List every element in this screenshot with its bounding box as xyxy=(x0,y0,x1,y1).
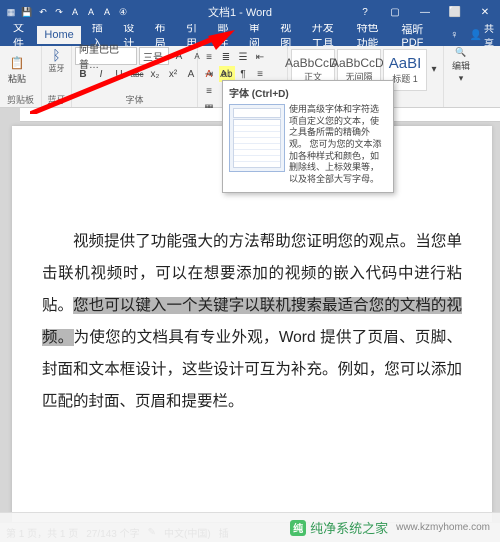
find-button[interactable]: 🔍 xyxy=(455,47,466,58)
qat-a3[interactable]: A xyxy=(100,5,114,19)
group-editing: 🔍 编辑 ▾ xyxy=(444,46,478,107)
text-effects-button[interactable]: A xyxy=(183,66,199,82)
group-clipboard-label: 剪贴板 xyxy=(0,93,41,107)
window-controls: ? ▢ — ⬜ ✕ xyxy=(350,0,500,24)
indent-dec-button[interactable]: ⇤ xyxy=(252,49,268,65)
italic-button[interactable]: I xyxy=(93,66,109,82)
style-name: 标题 1 xyxy=(392,72,418,85)
align-center-button[interactable]: ≡ xyxy=(201,83,217,99)
close-button[interactable]: ✕ xyxy=(470,0,500,24)
title-bar: ▦ 💾 ↶ ↷ A A A ④ 文档1 - Word ? ▢ — ⬜ ✕ xyxy=(0,0,500,24)
brand-url: www.kzmyhome.com xyxy=(396,522,490,533)
ribbon-opts-button[interactable]: ▢ xyxy=(380,0,410,24)
indent-inc-button[interactable]: ⇥ xyxy=(201,66,217,82)
dialog-thumbnail xyxy=(229,104,285,172)
font-size-combo[interactable]: 三号 xyxy=(139,47,169,65)
quick-access-toolbar: ▦ 💾 ↶ ↷ A A A ④ xyxy=(0,5,130,19)
bullets-button[interactable]: ≡ xyxy=(201,49,217,65)
paste-button[interactable]: 📋粘贴 xyxy=(3,48,31,92)
qat-a2[interactable]: A xyxy=(84,5,98,19)
qat-redo[interactable]: ↷ xyxy=(52,5,66,19)
styles-more[interactable]: ▾ xyxy=(429,62,439,78)
bt-label: 蓝牙 xyxy=(49,63,65,74)
text-run: 为使您的文档具有专业外观，Word 提供了页眉、页脚、封面和文本框设计，这些设计… xyxy=(42,329,462,410)
style-sample: AaBI xyxy=(389,55,422,72)
qat-more[interactable]: ④ xyxy=(116,5,130,19)
brand-name: 纯净系统之家 xyxy=(310,518,388,537)
font-dialog-tooltip: 字体 (Ctrl+D) 使用高级字体和字符选项自定义您的文本，使之具备所需的精确… xyxy=(222,80,394,193)
tooltip-text: 使用高级字体和字符选项自定义您的文本，使之具备所需的精确外观。 您可为您的文本添… xyxy=(289,104,387,186)
editing-more[interactable]: ▾ xyxy=(459,73,464,84)
underline-button[interactable]: U xyxy=(111,66,127,82)
numbering-button[interactable]: ≣ xyxy=(218,49,234,65)
font-name-combo[interactable]: 阿里巴巴普… xyxy=(75,47,137,65)
tell-me[interactable]: ♀ xyxy=(443,26,465,44)
qat-undo[interactable]: ↶ xyxy=(36,5,50,19)
group-bluetooth: ᛒ 蓝牙 蓝牙 xyxy=(42,46,72,107)
group-clipboard: 📋粘贴 剪贴板 xyxy=(0,46,42,107)
subscript-button[interactable]: x₂ xyxy=(147,66,163,82)
editing-label: 编辑 xyxy=(452,59,470,72)
grow-font[interactable]: A xyxy=(171,48,187,64)
ribbon-tabs: 文件 Home 插入 设计 布局 引用 邮件 审阅 视图 开发工具 特色功能 福… xyxy=(0,24,500,46)
paragraph[interactable]: 视频提供了功能强大的方法帮助您证明您的观点。当您单击联机视频时，可以在想要添加的… xyxy=(42,226,462,418)
qat-a1[interactable]: A xyxy=(68,5,82,19)
multilevel-button[interactable]: ☰ xyxy=(235,49,251,65)
group-font: 阿里巴巴普… 三号 A A B I U abc x₂ x² A A ab 字体 xyxy=(72,46,198,107)
bt-icon[interactable]: ᛒ xyxy=(49,47,65,63)
tooltip-title: 字体 (Ctrl+D) xyxy=(223,81,393,102)
window-title: 文档1 - Word xyxy=(130,4,350,20)
qat-save[interactable]: 💾 xyxy=(20,5,34,19)
bold-button[interactable]: B xyxy=(75,66,91,82)
help-button[interactable]: ? xyxy=(350,0,380,24)
group-bt-label: 蓝牙 xyxy=(42,93,71,107)
paste-label: 粘贴 xyxy=(8,72,26,85)
tab-home[interactable]: Home xyxy=(37,26,80,44)
watermark-footer: 纯 纯净系统之家 www.kzmyhome.com xyxy=(0,512,500,542)
superscript-button[interactable]: x² xyxy=(165,66,181,82)
maximize-button[interactable]: ⬜ xyxy=(440,0,470,24)
group-font-label: 字体 xyxy=(72,93,197,107)
strike-button[interactable]: abc xyxy=(129,66,145,82)
minimize-button[interactable]: — xyxy=(410,0,440,24)
paste-icon: 📋 xyxy=(9,55,25,71)
style-sample: AaBbCcDt xyxy=(331,56,387,70)
word-icon: ▦ xyxy=(4,5,18,19)
brand-logo-icon: 纯 xyxy=(290,520,306,536)
